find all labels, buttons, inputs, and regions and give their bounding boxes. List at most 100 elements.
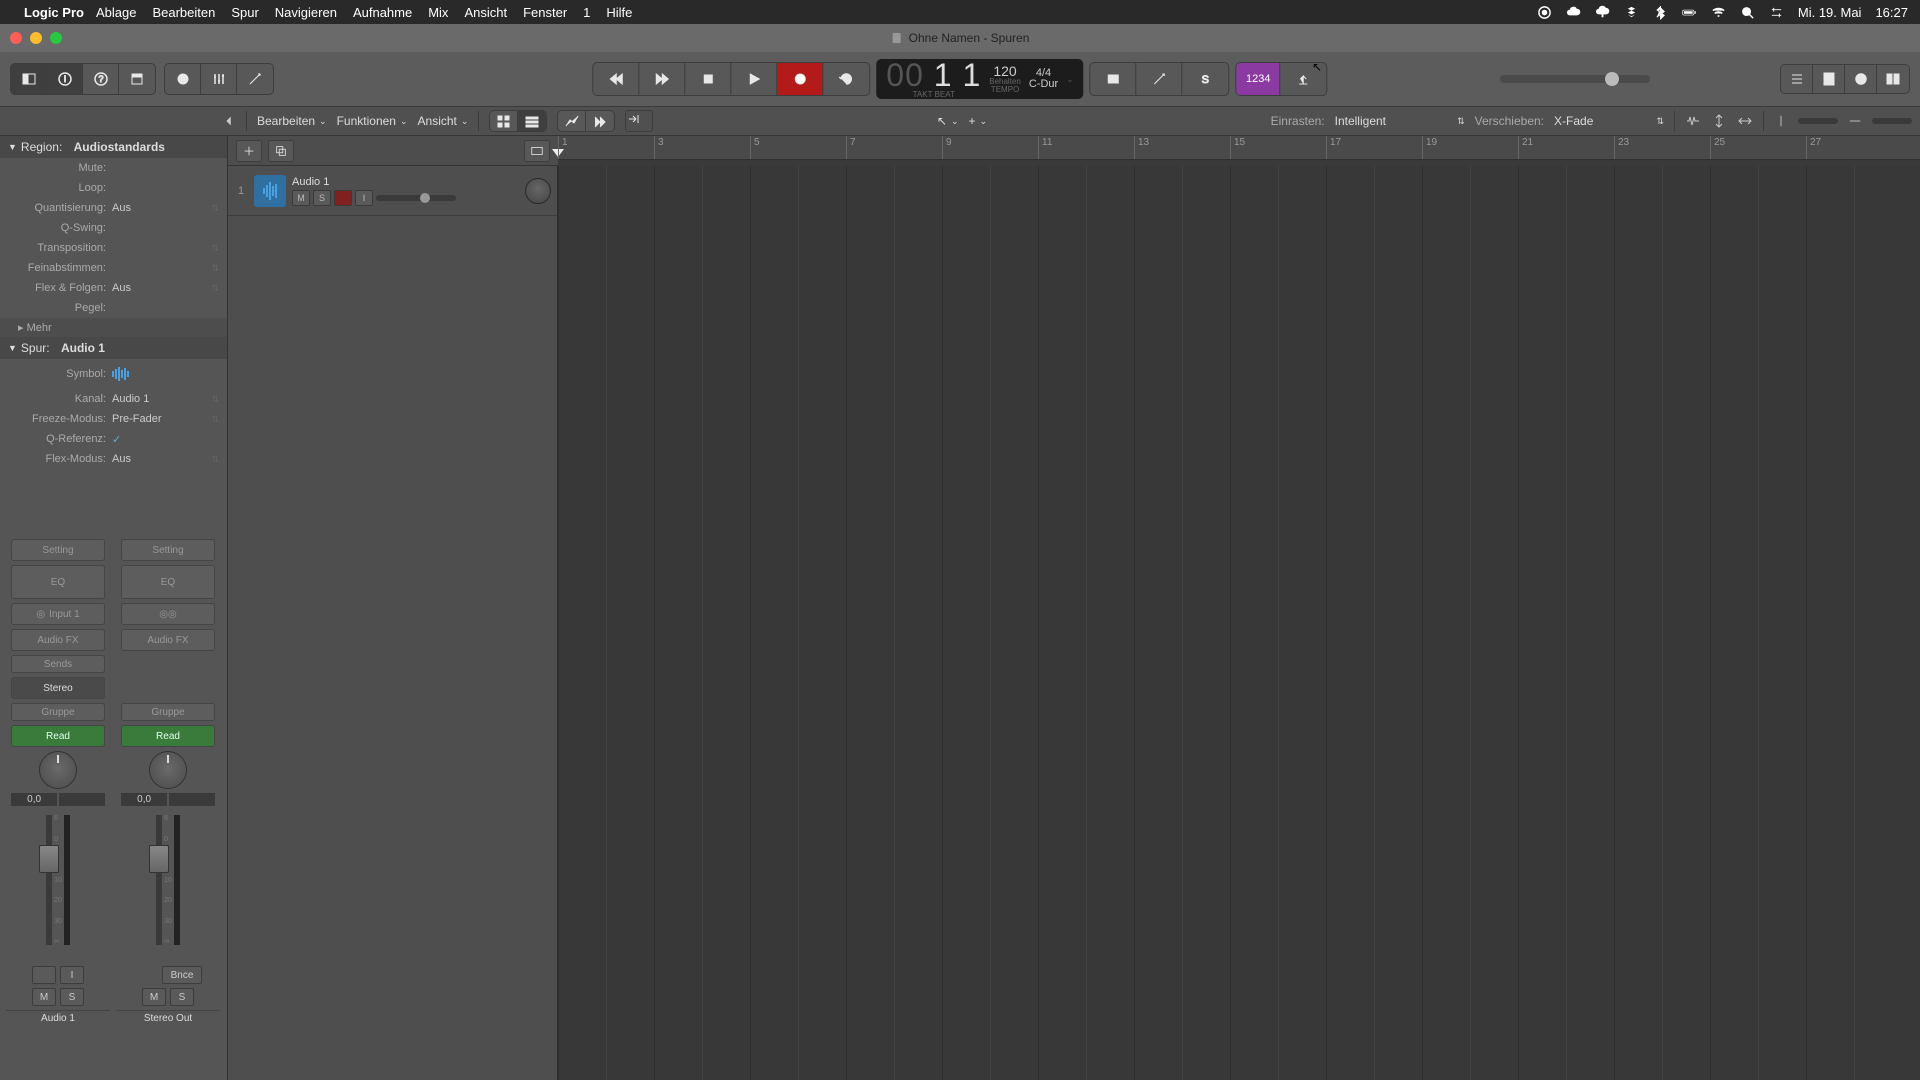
spotlight-icon[interactable]: [1740, 5, 1755, 20]
lcd-position[interactable]: 1 1: [934, 57, 981, 93]
val-kanal[interactable]: Audio 1: [112, 393, 211, 405]
rec-enable[interactable]: [32, 966, 56, 984]
gruppe-button-2[interactable]: Gruppe: [121, 703, 215, 721]
list-view-icon[interactable]: [518, 111, 546, 132]
dd-funktionen[interactable]: Funktionen ⌄: [337, 114, 408, 128]
track-mute[interactable]: M: [292, 190, 310, 206]
db-value[interactable]: 0,0: [11, 793, 57, 806]
vzoom-slider[interactable]: [1798, 118, 1838, 124]
db-value-2[interactable]: 0,0: [121, 793, 167, 806]
track-rec[interactable]: [334, 190, 352, 206]
menu-ansicht[interactable]: Ansicht: [464, 5, 507, 20]
mehr-toggle[interactable]: ▸ Mehr: [0, 318, 227, 337]
audiofx-button-2[interactable]: Audio FX: [121, 629, 215, 651]
inspector-button[interactable]: i: [47, 64, 83, 94]
list-editors-button[interactable]: [1781, 65, 1813, 93]
waveform-zoom-icon[interactable]: [1685, 113, 1701, 129]
vert-autozoom-icon[interactable]: [1711, 113, 1727, 129]
mute-button-2[interactable]: M: [142, 988, 166, 1006]
track-volume-slider[interactable]: [376, 195, 456, 201]
setting-button[interactable]: Setting: [11, 539, 105, 561]
menubar-date[interactable]: Mi. 19. Mai: [1798, 5, 1862, 20]
battery-icon[interactable]: [1682, 5, 1697, 20]
mixer-button[interactable]: [201, 64, 237, 94]
arrange-area[interactable]: [558, 166, 1920, 1080]
stereo-indicator[interactable]: ◎◎: [121, 603, 215, 625]
automation-read-button-2[interactable]: Read: [121, 725, 215, 747]
track-solo[interactable]: S: [313, 190, 331, 206]
lcd-display[interactable]: 00 1 1 TAKT BEAT 120 Behalten TEMPO 4/4 …: [876, 59, 1083, 99]
pan-knob[interactable]: [39, 751, 77, 789]
vzoom-icon[interactable]: [1774, 114, 1788, 128]
pan-knob-2[interactable]: [149, 751, 187, 789]
val-flex[interactable]: Aus: [112, 282, 211, 294]
icloud-icon[interactable]: [1566, 5, 1581, 20]
app-name[interactable]: Logic Pro: [24, 5, 84, 20]
mute-button[interactable]: M: [32, 988, 56, 1006]
master-volume-slider[interactable]: [1500, 75, 1650, 83]
lcd-key[interactable]: C-Dur: [1029, 79, 1058, 90]
duplicate-track-button[interactable]: [268, 140, 294, 162]
editors-button[interactable]: [237, 64, 273, 94]
menu-1[interactable]: 1: [583, 5, 590, 20]
bounce-button[interactable]: Bnce: [162, 966, 202, 984]
gruppe-button[interactable]: Gruppe: [11, 703, 105, 721]
maximize-window-button[interactable]: [50, 32, 62, 44]
solo-button[interactable]: S: [1183, 63, 1229, 95]
track-name[interactable]: Audio 1: [292, 176, 519, 188]
library-button[interactable]: [11, 64, 47, 94]
menu-navigieren[interactable]: Navigieren: [275, 5, 337, 20]
bluetooth-icon[interactable]: [1653, 5, 1668, 20]
val-qref[interactable]: ✓: [112, 433, 219, 446]
solo-button-ch[interactable]: S: [60, 988, 84, 1006]
dd-bearbeiten[interactable]: Bearbeiten ⌄: [257, 114, 327, 128]
minimize-window-button[interactable]: [30, 32, 42, 44]
menu-spur[interactable]: Spur: [231, 5, 258, 20]
low-latency-button[interactable]: [1137, 63, 1183, 95]
control-center-icon[interactable]: [1769, 5, 1784, 20]
back-icon[interactable]: [222, 114, 236, 128]
toolbar-button[interactable]: [119, 64, 155, 94]
lcd-tempo[interactable]: 120: [993, 64, 1016, 78]
track-pan-knob[interactable]: [525, 178, 551, 204]
track-input-monitor[interactable]: I: [355, 190, 373, 206]
cycle-button[interactable]: [823, 63, 869, 95]
forward-button[interactable]: [639, 63, 685, 95]
media-button[interactable]: [1877, 65, 1909, 93]
volume-fader[interactable]: [46, 815, 52, 945]
menu-bearbeiten[interactable]: Bearbeiten: [152, 5, 215, 20]
record-status-icon[interactable]: [1537, 5, 1552, 20]
val-quant[interactable]: Aus: [112, 202, 211, 214]
pointer-tool[interactable]: ↖ ⌄: [937, 114, 959, 128]
horiz-autozoom-icon[interactable]: [1737, 113, 1753, 129]
dd-ansicht[interactable]: Ansicht ⌄: [418, 114, 469, 128]
solo-button-ch2[interactable]: S: [170, 988, 194, 1006]
wifi-icon[interactable]: [1711, 5, 1726, 20]
snap-dropdown[interactable]: Intelligent⇅: [1335, 114, 1465, 128]
close-window-button[interactable]: [10, 32, 22, 44]
count-in-button[interactable]: 1234: [1237, 63, 1281, 95]
input-monitor[interactable]: I: [60, 966, 84, 984]
loops-button[interactable]: [1845, 65, 1877, 93]
add-tool[interactable]: + ⌄: [969, 114, 988, 128]
global-tracks-button[interactable]: [524, 140, 550, 162]
val-freeze[interactable]: Pre-Fader: [112, 413, 211, 425]
replace-button[interactable]: [1091, 63, 1137, 95]
quick-help-button[interactable]: ?: [83, 64, 119, 94]
eq-button[interactable]: EQ: [11, 565, 105, 599]
menu-ablage[interactable]: Ablage: [96, 5, 136, 20]
menu-mix[interactable]: Mix: [428, 5, 448, 20]
val-flexm[interactable]: Aus: [112, 453, 211, 465]
sends-button[interactable]: Sends: [11, 655, 105, 673]
play-button[interactable]: [731, 63, 777, 95]
eq-button-2[interactable]: EQ: [121, 565, 215, 599]
notepad-button[interactable]: [1813, 65, 1845, 93]
region-header[interactable]: ▼Region: Audiostandards: [0, 136, 227, 158]
rewind-button[interactable]: [593, 63, 639, 95]
menu-hilfe[interactable]: Hilfe: [606, 5, 632, 20]
automation-icon[interactable]: [558, 111, 586, 132]
stop-button[interactable]: [685, 63, 731, 95]
output-button[interactable]: Stereo: [11, 677, 105, 699]
dropbox-icon[interactable]: [1624, 5, 1639, 20]
drag-dropdown[interactable]: X-Fade⇅: [1554, 114, 1664, 128]
